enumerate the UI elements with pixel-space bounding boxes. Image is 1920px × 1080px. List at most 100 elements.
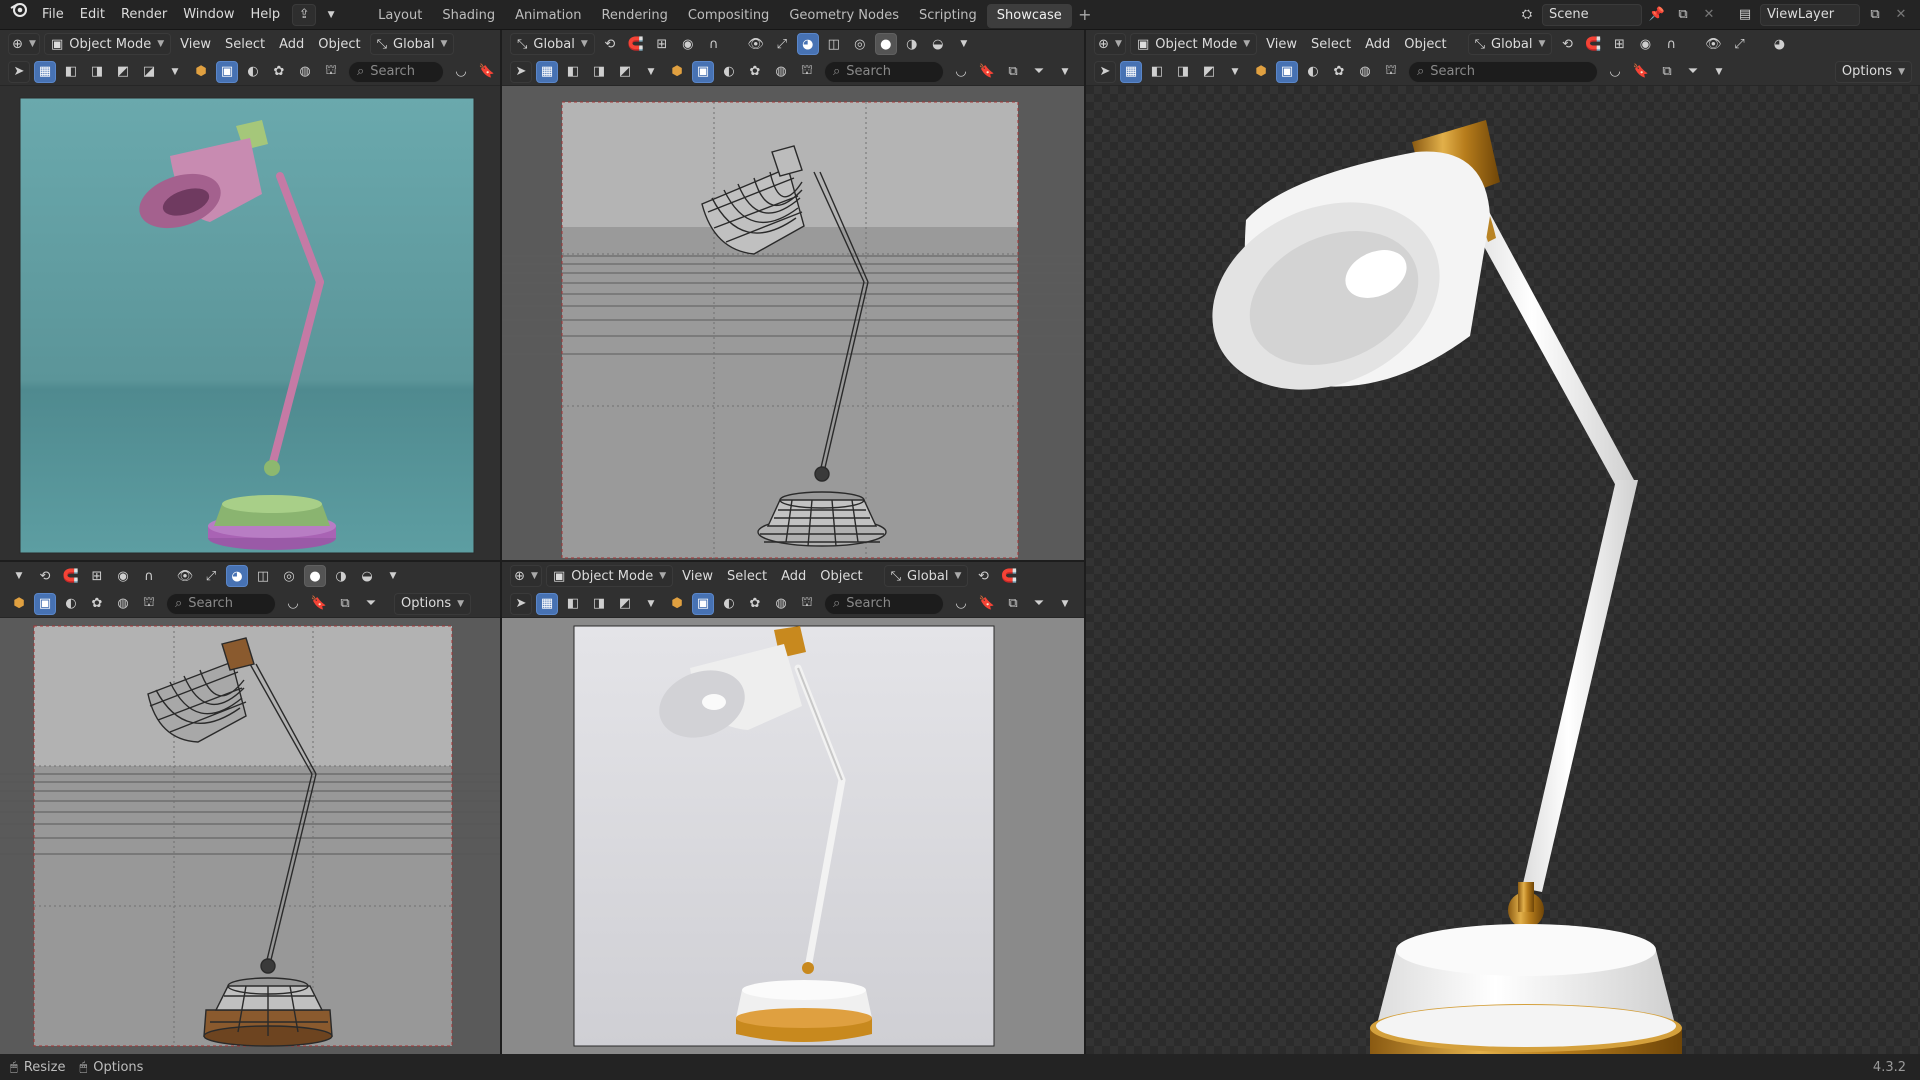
- chevron-down-icon[interactable]: ▼: [1054, 61, 1076, 83]
- search-input[interactable]: ⌕ Search: [1408, 60, 1598, 83]
- tab-scripting[interactable]: Scripting: [909, 4, 987, 28]
- gizmo-icon[interactable]: ⤢: [1728, 33, 1750, 55]
- color-wheel-icon[interactable]: ⬢: [1250, 61, 1272, 83]
- collection-icon[interactable]: ⧉: [1656, 61, 1678, 83]
- tab-geometry-nodes[interactable]: Geometry Nodes: [779, 4, 909, 28]
- filter-icon[interactable]: ⏷: [1028, 61, 1050, 83]
- orientation-dropdown[interactable]: ⤡ Global ▼: [1467, 33, 1553, 55]
- search-input[interactable]: ⌕ Search: [824, 592, 944, 615]
- select-extend-icon[interactable]: ◧: [562, 61, 584, 83]
- falloff-icon[interactable]: ∩: [138, 565, 160, 587]
- wireframe-shading-icon[interactable]: ◎: [278, 565, 300, 587]
- filter-icon[interactable]: ⏷: [1028, 593, 1050, 615]
- camera-filter-icon[interactable]: ◍: [770, 61, 792, 83]
- collection-icon[interactable]: ⧉: [1002, 61, 1024, 83]
- color-wheel-icon[interactable]: ⬢: [666, 61, 688, 83]
- falloff-icon[interactable]: ∩: [1660, 33, 1682, 55]
- select-tool-icon[interactable]: ➤: [1094, 60, 1116, 83]
- empty-filter-icon[interactable]: ⛫: [796, 61, 818, 83]
- viewport-right[interactable]: ⊕ ▼ ▣ Object Mode ▼ View Select Add Object …: [1086, 30, 1920, 1054]
- delete-view-layer-icon[interactable]: ✕: [1890, 4, 1912, 26]
- curve-filter-icon[interactable]: ◐: [718, 61, 740, 83]
- gizmo-icon[interactable]: ⤢: [200, 565, 222, 587]
- viewport-canvas[interactable]: [0, 86, 500, 560]
- camera-filter-icon[interactable]: ◍: [112, 593, 134, 615]
- menu-edit[interactable]: Edit: [72, 0, 113, 30]
- curve-filter-icon[interactable]: ◐: [718, 593, 740, 615]
- tab-animation[interactable]: Animation: [505, 4, 591, 28]
- options-dropdown[interactable]: Options ▼: [1834, 60, 1912, 83]
- collection-icon[interactable]: ⧉: [334, 593, 356, 615]
- chevron-down-icon[interactable]: ▼: [1054, 593, 1076, 615]
- menu-object[interactable]: Object: [311, 37, 367, 52]
- visibility-icon[interactable]: 👁: [1702, 33, 1724, 55]
- select-subtract-icon[interactable]: ◨: [1172, 61, 1194, 83]
- overlay-toggle-icon[interactable]: ◡: [450, 61, 472, 83]
- solid-shading-icon[interactable]: ●: [304, 565, 326, 587]
- select-tool-icon[interactable]: ➤: [510, 592, 532, 615]
- overlays-icon[interactable]: ◕: [226, 565, 248, 587]
- delete-scene-icon[interactable]: ✕: [1698, 4, 1720, 26]
- viewport-top-middle[interactable]: ⤡ Global ▼ ⟲ 🧲 ⊞ ◉ ∩ 👁 ⤢ ◕ ◫ ◎ ● ◑ ◒ ▼ ➤ ▦…: [502, 30, 1084, 560]
- menu-select[interactable]: Select: [218, 37, 272, 52]
- orientation-dropdown[interactable]: ⤡ Global ▼: [510, 33, 595, 55]
- menu-add[interactable]: Add: [272, 37, 311, 52]
- mesh-filter-icon[interactable]: ▣: [1276, 60, 1298, 83]
- mesh-filter-icon[interactable]: ▣: [692, 60, 714, 83]
- editor-type-icon[interactable]: ⊕ ▼: [510, 565, 542, 587]
- pivot-icon[interactable]: ⟲: [1556, 33, 1578, 55]
- curve-filter-icon[interactable]: ◐: [1302, 61, 1324, 83]
- search-input[interactable]: ⌕ Search: [348, 60, 444, 83]
- menu-select[interactable]: Select: [1304, 37, 1358, 52]
- add-workspace-icon[interactable]: +: [1074, 4, 1096, 26]
- tab-showcase[interactable]: Showcase: [986, 4, 1072, 28]
- viewport-canvas[interactable]: [0, 618, 500, 1054]
- view-layer-icon[interactable]: ▤: [1734, 4, 1756, 26]
- camera-filter-icon[interactable]: ◍: [294, 61, 316, 83]
- material-shading-icon[interactable]: ◑: [330, 565, 352, 587]
- select-box-icon[interactable]: ▦: [1120, 60, 1142, 83]
- bookmark-icon[interactable]: 🔖: [308, 593, 330, 615]
- menu-object[interactable]: Object: [1397, 37, 1453, 52]
- empty-filter-icon[interactable]: ⛫: [320, 61, 342, 83]
- overlays-icon[interactable]: ◕: [1768, 33, 1790, 55]
- empty-filter-icon[interactable]: ⛫: [1380, 61, 1402, 83]
- chevron-down-icon[interactable]: ▼: [1224, 61, 1246, 83]
- xray-icon[interactable]: ◫: [252, 565, 274, 587]
- menu-select[interactable]: Select: [720, 569, 774, 584]
- light-filter-icon[interactable]: ✿: [744, 61, 766, 83]
- menu-object[interactable]: Object: [813, 569, 869, 584]
- proportional-edit-icon[interactable]: ◉: [112, 565, 134, 587]
- viewport-top-left[interactable]: ⊕ ▼ ▣ Object Mode ▼ View Select Add Object …: [0, 30, 500, 560]
- bookmark-icon[interactable]: 🔖: [476, 61, 498, 83]
- mesh-filter-icon[interactable]: ▣: [692, 592, 714, 615]
- menu-view[interactable]: View: [173, 37, 218, 52]
- orientation-dropdown[interactable]: ⤡ Global ▼: [883, 565, 969, 587]
- viewport-bottom-middle[interactable]: ⊕ ▼ ▣ Object Mode ▼ View Select Add Object …: [502, 562, 1084, 1054]
- menu-file[interactable]: File: [34, 0, 72, 30]
- scene-icon[interactable]: ⛭: [1516, 4, 1538, 26]
- light-filter-icon[interactable]: ✿: [1328, 61, 1350, 83]
- select-box-icon[interactable]: ▦: [536, 60, 558, 83]
- chevron-down-icon[interactable]: ▼: [382, 565, 404, 587]
- menu-view[interactable]: View: [1259, 37, 1304, 52]
- overlays-icon[interactable]: ◕: [796, 33, 819, 55]
- light-filter-icon[interactable]: ✿: [744, 593, 766, 615]
- mode-dropdown[interactable]: ▣ Object Mode ▼: [1130, 33, 1258, 55]
- bookmark-icon[interactable]: 🔖: [976, 593, 998, 615]
- viewport-canvas[interactable]: [502, 86, 1084, 560]
- select-extend-icon[interactable]: ◧: [562, 593, 584, 615]
- chevron-down-icon[interactable]: ▼: [640, 61, 662, 83]
- upload-icon[interactable]: ⇪: [292, 3, 317, 26]
- chevron-down-icon[interactable]: ▼: [1708, 61, 1730, 83]
- snap-target-icon[interactable]: ⊞: [651, 33, 673, 55]
- pin-icon[interactable]: 📌: [1646, 4, 1668, 26]
- pivot-icon[interactable]: ⟲: [972, 565, 994, 587]
- select-invert-icon[interactable]: ◩: [614, 61, 636, 83]
- snap-target-icon[interactable]: ⊞: [1608, 33, 1630, 55]
- menu-render[interactable]: Render: [113, 0, 175, 30]
- editor-type-icon[interactable]: ⊕ ▼: [8, 33, 40, 55]
- bookmark-icon[interactable]: 🔖: [1630, 61, 1652, 83]
- select-tool-icon[interactable]: ➤: [510, 60, 532, 83]
- tab-layout[interactable]: Layout: [368, 4, 432, 28]
